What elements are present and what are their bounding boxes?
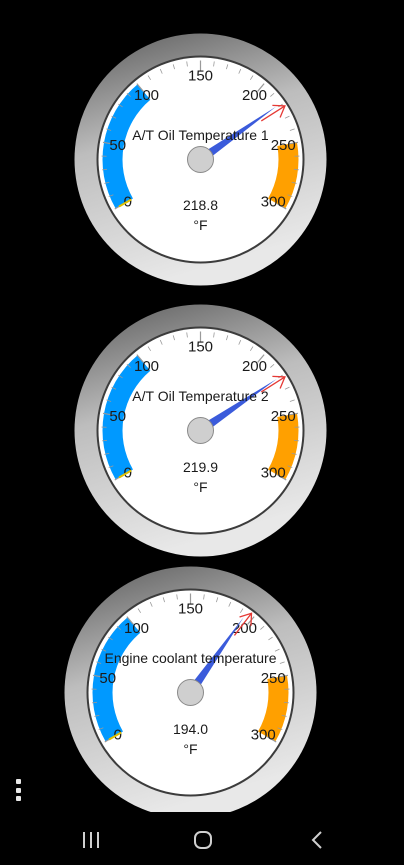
- scale-label: 150: [188, 68, 213, 85]
- scale-label: 200: [242, 358, 267, 375]
- menu-dot: [15, 779, 21, 784]
- scale-label: 300: [251, 727, 276, 744]
- gauge-at-oil-temp-1: 050100150200250300 A/T Oil Temperature 1…: [74, 33, 327, 286]
- back-button[interactable]: [300, 828, 334, 852]
- scale-label: 50: [99, 670, 116, 687]
- scale-label: 150: [178, 601, 203, 618]
- scale-label: 200: [242, 87, 267, 104]
- needle-hub: [187, 417, 214, 444]
- scale-label: 250: [271, 137, 296, 154]
- scale-label: 50: [109, 408, 126, 425]
- gauge-svg: 050100150200250300 A/T Oil Temperature 1…: [74, 33, 327, 286]
- gauge-value: 219.9: [183, 459, 218, 475]
- scale-label: 150: [188, 339, 213, 356]
- gauge-value: 194.0: [173, 721, 208, 737]
- scale-label: 100: [134, 358, 159, 375]
- gauge-unit: °F: [183, 741, 197, 757]
- scale-label: 250: [261, 670, 286, 687]
- scale-label: 100: [124, 620, 149, 637]
- menu-dot: [15, 796, 21, 801]
- gauge-at-oil-temp-2: 050100150200250300 A/T Oil Temperature 2…: [74, 304, 327, 557]
- gauge-svg: 050100150200250300 A/T Oil Temperature 2…: [74, 304, 327, 557]
- home-icon: [194, 831, 212, 849]
- tick-mark: [102, 439, 108, 442]
- gauge-title: Engine coolant temperature: [105, 650, 277, 666]
- scale-label: 300: [261, 194, 286, 211]
- gauge-value: 218.8: [183, 197, 218, 213]
- home-button[interactable]: [186, 828, 220, 852]
- tick-mark: [102, 168, 108, 171]
- scale-label: 250: [271, 408, 296, 425]
- gauge-unit: °F: [193, 479, 207, 495]
- tick-mark: [92, 701, 98, 704]
- gauge-svg: 050100150200250300 Engine coolant temper…: [64, 566, 317, 819]
- gauge-unit: °F: [193, 217, 207, 233]
- scale-label: 100: [134, 87, 159, 104]
- recents-icon: [83, 832, 99, 848]
- scale-label: 50: [109, 137, 126, 154]
- tick-mark: [293, 439, 299, 442]
- gauge-title: A/T Oil Temperature 2: [132, 388, 269, 404]
- tick-mark: [293, 168, 299, 171]
- navigation-bar: [0, 812, 404, 865]
- menu-dot: [15, 787, 21, 793]
- gauge-title: A/T Oil Temperature 1: [132, 127, 269, 143]
- back-icon: [311, 831, 322, 849]
- tick-mark: [283, 701, 289, 704]
- scale-label: 300: [261, 465, 286, 482]
- needle-hub: [177, 679, 204, 706]
- needle-hub: [187, 146, 214, 173]
- more-vert-icon[interactable]: [13, 779, 23, 801]
- gauge-engine-coolant-temp: 050100150200250300 Engine coolant temper…: [64, 566, 317, 819]
- recents-button[interactable]: [74, 828, 108, 852]
